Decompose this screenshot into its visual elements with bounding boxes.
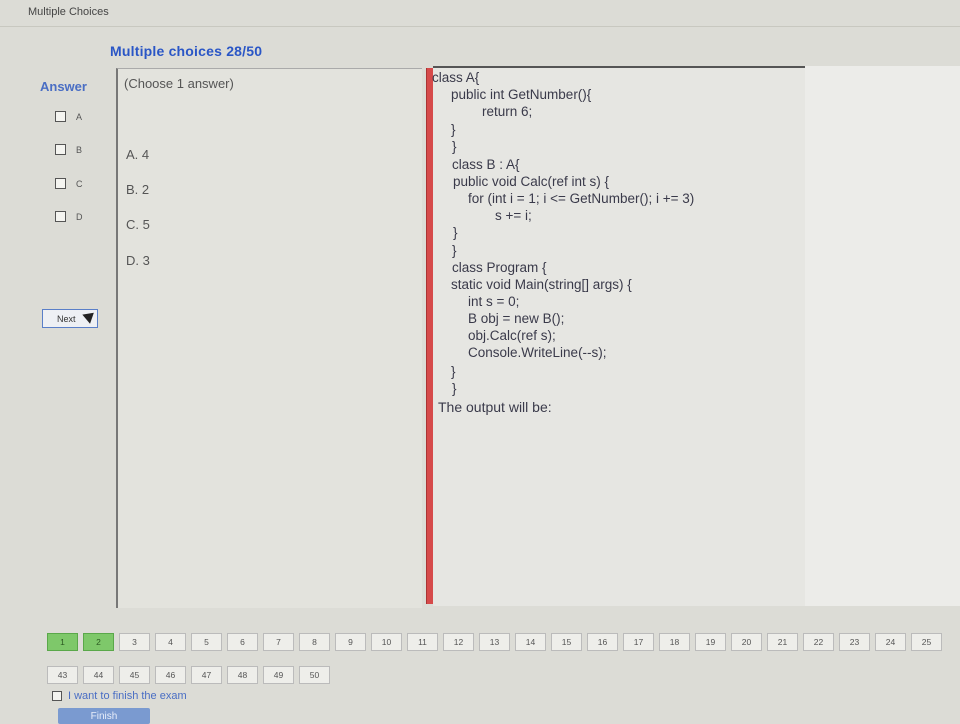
checkbox-c[interactable] xyxy=(55,178,66,189)
code-line: public int GetNumber(){ xyxy=(436,87,592,102)
question-nav-2[interactable]: 2 xyxy=(83,633,114,651)
answer-option-c[interactable]: C xyxy=(55,178,83,189)
code-line: int s = 0; xyxy=(438,294,520,309)
answer-option-label: C xyxy=(76,178,83,189)
code-line: } xyxy=(438,225,458,240)
question-nav-row-2: 43 44 45 46 47 48 49 50 xyxy=(47,666,335,684)
answer-option-label: B xyxy=(76,144,83,155)
question-nav-24[interactable]: 24 xyxy=(875,633,906,651)
answer-heading: Answer xyxy=(40,79,87,94)
code-line: Console.WriteLine(--s); xyxy=(438,345,607,360)
question-nav-25[interactable]: 25 xyxy=(911,633,942,651)
code-line: class Program { xyxy=(452,260,547,275)
question-nav-17[interactable]: 17 xyxy=(623,633,654,651)
next-button[interactable]: Next xyxy=(42,308,98,328)
choice-text-c: C. 5 xyxy=(126,217,150,232)
code-line: static void Main(string[] args) { xyxy=(436,277,632,292)
question-nav-6[interactable]: 6 xyxy=(227,633,258,651)
panel-divider[interactable] xyxy=(426,68,433,604)
question-nav-5[interactable]: 5 xyxy=(191,633,222,651)
code-line: for (int i = 1; i <= GetNumber(); i += 3… xyxy=(438,191,695,206)
question-nav-3[interactable]: 3 xyxy=(119,633,150,651)
code-line: } xyxy=(436,364,456,379)
question-prompt: The output will be: xyxy=(438,399,552,415)
question-nav-12[interactable]: 12 xyxy=(443,633,474,651)
checkbox-a[interactable] xyxy=(55,111,66,122)
mouse-cursor-icon xyxy=(82,308,98,324)
question-nav-9[interactable]: 9 xyxy=(335,633,366,651)
question-nav-4[interactable]: 4 xyxy=(155,633,186,651)
question-nav-23[interactable]: 23 xyxy=(839,633,870,651)
code-line: s += i; xyxy=(450,208,532,223)
code-line: } xyxy=(452,243,457,258)
question-nav-20[interactable]: 20 xyxy=(731,633,762,651)
finish-exam-checkbox[interactable] xyxy=(52,691,62,701)
window-title: Multiple Choices xyxy=(28,6,109,18)
code-line: return 6; xyxy=(452,104,533,119)
question-nav-19[interactable]: 19 xyxy=(695,633,726,651)
question-nav-48[interactable]: 48 xyxy=(227,666,258,684)
code-line: } xyxy=(452,381,457,396)
question-nav-43[interactable]: 43 xyxy=(47,666,78,684)
question-nav-1[interactable]: 1 xyxy=(47,633,78,651)
answer-option-label: A xyxy=(76,111,83,122)
code-line: } xyxy=(452,139,457,154)
choices-panel xyxy=(116,68,422,608)
finish-button[interactable]: Finish xyxy=(58,708,150,724)
title-divider xyxy=(0,26,960,27)
question-nav-16[interactable]: 16 xyxy=(587,633,618,651)
question-nav-14[interactable]: 14 xyxy=(515,633,546,651)
question-nav-47[interactable]: 47 xyxy=(191,666,222,684)
next-button-label: Next xyxy=(57,313,76,324)
question-nav-21[interactable]: 21 xyxy=(767,633,798,651)
checkbox-d[interactable] xyxy=(55,211,66,222)
question-nav-46[interactable]: 46 xyxy=(155,666,186,684)
question-nav-49[interactable]: 49 xyxy=(263,666,294,684)
question-nav-8[interactable]: 8 xyxy=(299,633,330,651)
question-nav-11[interactable]: 11 xyxy=(407,633,438,651)
code-line: class B : A{ xyxy=(452,157,520,172)
choose-instruction: (Choose 1 answer) xyxy=(124,76,234,91)
question-nav-10[interactable]: 10 xyxy=(371,633,402,651)
code-line: class A{ xyxy=(432,70,480,85)
question-nav-13[interactable]: 13 xyxy=(479,633,510,651)
question-nav-row-1: 1 2 3 4 5 6 7 8 9 10 11 12 13 14 15 16 1… xyxy=(47,633,947,651)
choice-text-d: D. 3 xyxy=(126,253,150,268)
question-nav-15[interactable]: 15 xyxy=(551,633,582,651)
finish-exam-label: I want to finish the exam xyxy=(68,690,187,702)
answer-option-b[interactable]: B xyxy=(55,144,82,155)
question-nav-7[interactable]: 7 xyxy=(263,633,294,651)
checkbox-b[interactable] xyxy=(55,144,66,155)
choice-text-b: B. 2 xyxy=(126,182,150,197)
choice-text-a: A. 4 xyxy=(126,147,150,162)
code-line: } xyxy=(436,122,456,137)
question-nav-22[interactable]: 22 xyxy=(803,633,834,651)
question-nav-45[interactable]: 45 xyxy=(119,666,150,684)
answer-option-d[interactable]: D xyxy=(55,211,83,222)
question-nav-18[interactable]: 18 xyxy=(659,633,690,651)
finish-exam-checkbox-row[interactable]: I want to finish the exam xyxy=(52,690,187,702)
answer-option-label: D xyxy=(76,211,83,222)
question-nav-50[interactable]: 50 xyxy=(299,666,330,684)
question-panel-background xyxy=(805,66,960,606)
code-line: public void Calc(ref int s) { xyxy=(438,174,610,189)
code-line: B obj = new B(); xyxy=(438,311,565,326)
question-nav-44[interactable]: 44 xyxy=(83,666,114,684)
code-line: obj.Calc(ref s); xyxy=(438,328,556,343)
page-title: Multiple choices 28/50 xyxy=(110,43,263,59)
answer-option-a[interactable]: A xyxy=(55,111,82,122)
